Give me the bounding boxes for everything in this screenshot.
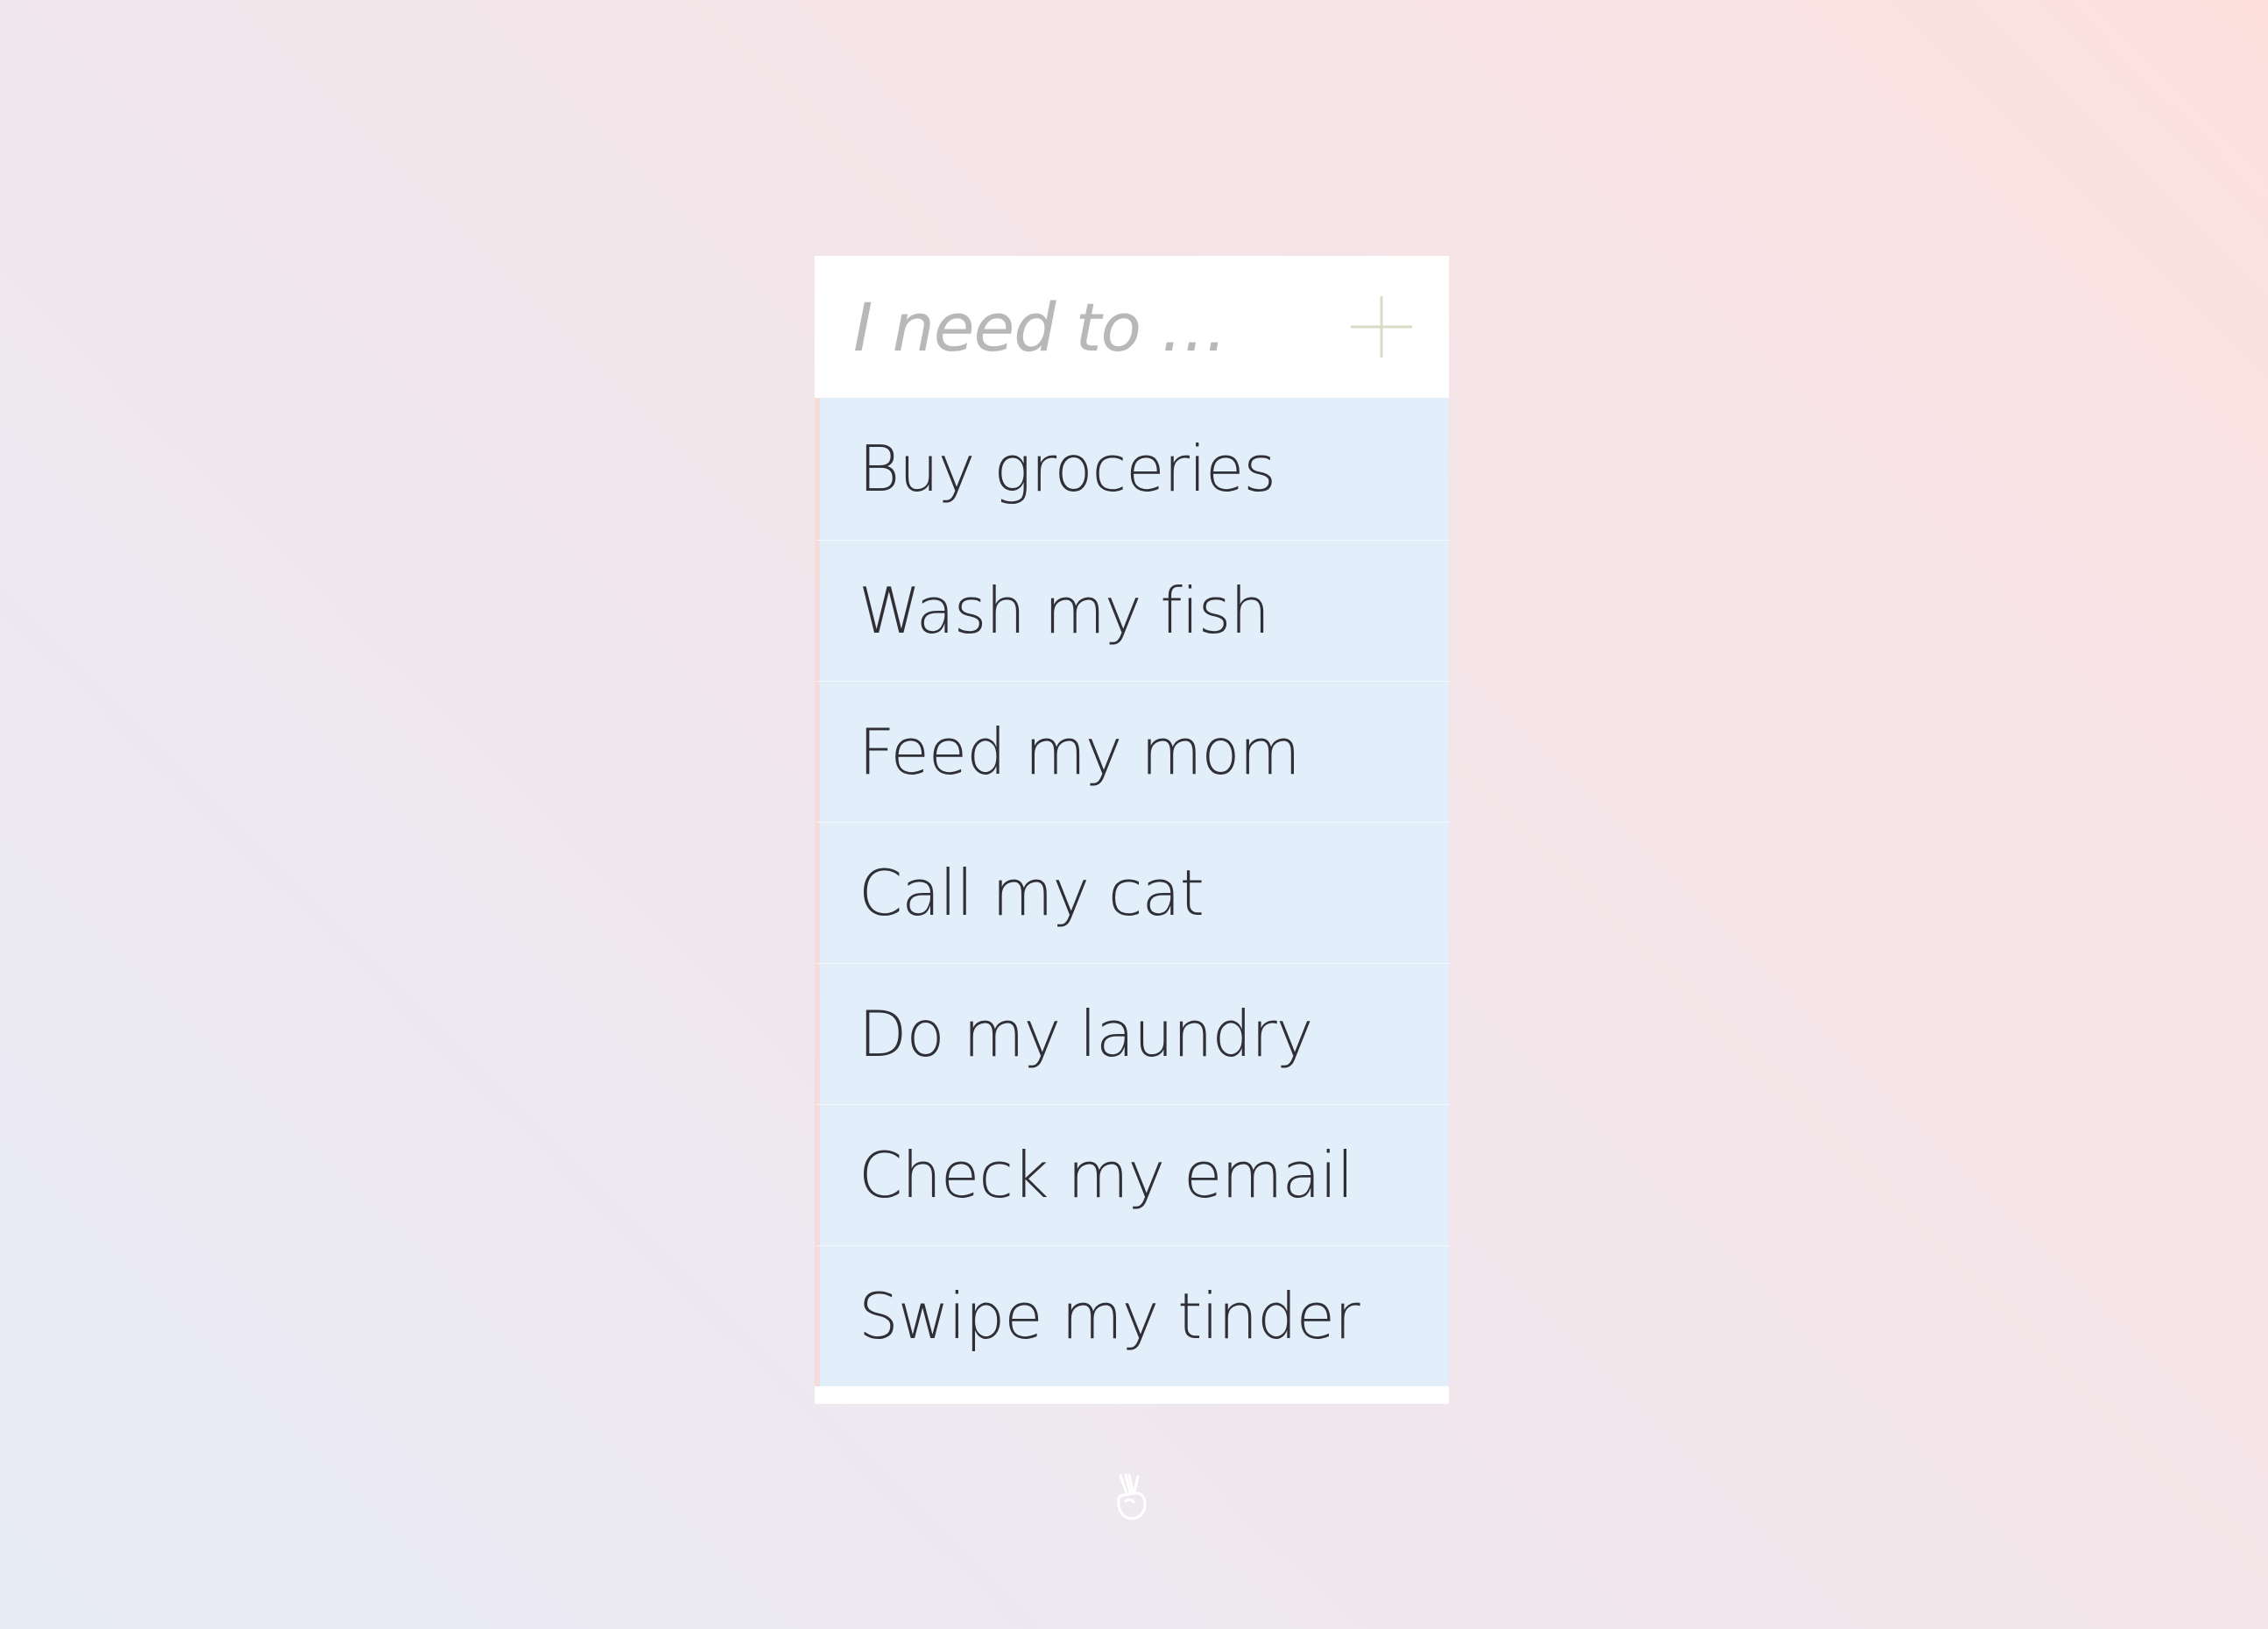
plus-icon	[1351, 296, 1412, 358]
peace-hand-icon	[1110, 1472, 1152, 1521]
todo-item-label: Feed my mom	[858, 715, 1301, 789]
todo-item-label: Do my laundry	[858, 997, 1313, 1071]
todo-item[interactable]: Buy groceries	[815, 398, 1449, 540]
todo-item-label: Call my cat	[858, 856, 1205, 930]
todo-item[interactable]: Feed my mom	[815, 681, 1449, 822]
todo-item-label: Check my email	[858, 1138, 1354, 1212]
todo-item[interactable]: Swipe my tinder	[815, 1245, 1449, 1386]
todo-item[interactable]: Do my laundry	[815, 963, 1449, 1104]
todo-item[interactable]: Wash my fish	[815, 540, 1449, 681]
todo-card: Buy groceries Wash my fish Feed my mom C…	[815, 256, 1449, 1404]
todo-item-label: Buy groceries	[858, 432, 1276, 506]
add-todo-button[interactable]	[1349, 294, 1414, 359]
todo-item-label: Swipe my tinder	[858, 1279, 1360, 1353]
todo-list: Buy groceries Wash my fish Feed my mom C…	[815, 398, 1449, 1386]
todo-item[interactable]: Call my cat	[815, 822, 1449, 963]
todo-input-row	[815, 256, 1449, 398]
todo-item[interactable]: Check my email	[815, 1104, 1449, 1245]
todo-input[interactable]	[853, 274, 1344, 379]
todo-item-label: Wash my fish	[858, 574, 1270, 648]
